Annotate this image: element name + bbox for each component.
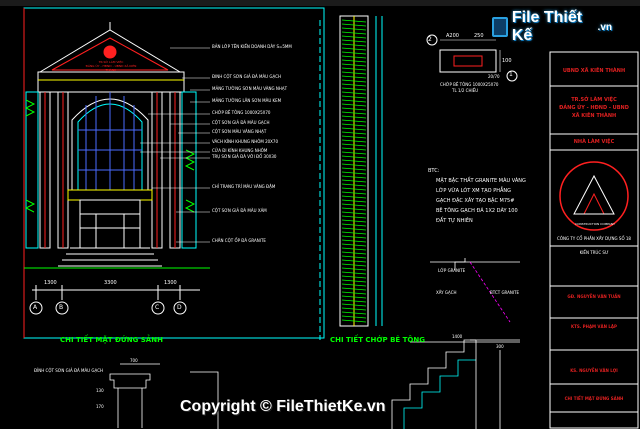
emblem-caption: TR.SỞ LÀM VIỆC ĐẢNG ỦY - HĐND - UBND XÃ … <box>84 60 138 72</box>
elevation-annotation: MẢNG TƯỜNG SƠN MÀU VÀNG NHẠT <box>212 86 288 91</box>
toolbar-strip <box>0 0 640 6</box>
dim-bottom-3: 1300 <box>164 280 177 286</box>
column-dim-2: 130 <box>96 388 104 393</box>
section-dim-side: 100 <box>502 58 512 64</box>
elevation-annotation: CHỈ TRANG TRÍ MÀU VÀNG ĐẬM <box>212 184 276 189</box>
grid-mark-a: A <box>33 304 38 311</box>
tb-project-line-3: XÃ KIÊN THÀNH <box>571 113 617 119</box>
cad-drawing-canvas[interactable]: File Thiết Kế .vn TR.SỞ LÀM VIỆC ĐẢNG ỦY… <box>0 0 640 429</box>
dim-bottom-2: 3300 <box>104 280 117 286</box>
section-scale: TL 1/2 CHIỀU <box>452 88 479 93</box>
section-caption: CHỚP BÊ TÔNG 1000X25X70 <box>440 82 499 87</box>
logo-text: File Thiết Kế <box>511 9 583 44</box>
elevation-annotation: VÁCH KÍNH KHUNG NHÔM 20X70 <box>212 139 279 144</box>
note-line: ĐẤT TỰ NHIÊN <box>436 218 473 224</box>
tb-checker: KS. NGUYỄN VĂN LỢI <box>570 368 618 373</box>
tb-client: UBND XÃ KIÊN THÀNH <box>562 68 626 74</box>
note-line: LỚP VỮA LÓT XM TẠO PHẲNG <box>436 188 511 194</box>
tb-project-line-1: TR.SỞ LÀM VIỆC <box>571 97 617 103</box>
grid-mark-c: C <box>155 304 160 311</box>
elevation-annotation: TRỤ SƠN GIẢ ĐÁ VỚI ĐỐ 30X30 <box>212 154 277 159</box>
column-dim-3: 170 <box>96 404 104 409</box>
column-detail <box>109 363 219 429</box>
site-logo[interactable]: File Thiết Kế .vn <box>492 9 612 44</box>
elevation-annotation: CỬA ĐI KÍNH KHUNG NHÔM <box>212 148 268 153</box>
tb-company: CÔNG TY CỔ PHẦN XÂY DỰNG SỐ 18 <box>557 236 631 241</box>
note-line: GẠCH ĐẶC XÂY TẠO BẬC M75# <box>436 198 515 204</box>
tb-designer: KTS. PHẠM VĂN LẬP <box>571 324 617 329</box>
notes-list: MẶT BẬC THẤT GRANITE MÀU VÀNG LỚP VỮA LÓT… <box>436 176 526 226</box>
elevation-annotation: CHỚP BÊ TÔNG 1000X25X70 <box>212 110 271 115</box>
column-note: ĐỈNH CỘT SƠN GIẢ ĐÁ MÀU GẠCH <box>34 368 104 373</box>
stair-label-b: BTCT GRANITE <box>490 290 520 295</box>
note-line: BÊ TÔNG GẠCH ĐÁ 1X2 DÀY 100 <box>436 208 518 214</box>
tb-project: TR.SỞ LÀM VIỆC ĐẢNG ỦY - HĐND - UBND XÃ … <box>552 96 636 120</box>
elevation-title: CHI TIẾT MẶT ĐỨNG SẢNH <box>60 336 163 344</box>
section-dim-note: 20/70 <box>488 74 500 79</box>
copyright-watermark: Copyright © FileThietKe.vn <box>180 398 386 415</box>
grid-mark-d: D <box>177 304 182 311</box>
elevation-annotation: BẢN LỚP TÊN KIỀN DOANH DÀY S=5MM <box>212 44 292 49</box>
section-marker: 1 <box>509 71 513 78</box>
elevation-annotation: CỘT SƠN GIẢ ĐÁ MÀU GẠCH <box>212 120 270 125</box>
elevation-drawing <box>23 7 325 339</box>
stair-dim-1: 1400 <box>452 334 463 339</box>
section-dim-top: 250 <box>474 33 484 39</box>
stair-label-a: XÂY GẠCH <box>436 290 457 295</box>
dim-bottom-1: 1300 <box>44 280 57 286</box>
section-label: A200 <box>446 33 459 39</box>
column-dim-1: 700 <box>130 358 138 363</box>
louver-title: CHI TIẾT CHỚP BÊ TÔNG <box>330 336 425 344</box>
logo-domain: .vn <box>597 21 612 33</box>
elevation-annotation: CỘT SƠN GIẢ ĐÁ MÀU XÁM <box>212 208 267 213</box>
tb-drawing: CHI TIẾT MẶT ĐỨNG SẢNH <box>564 396 624 401</box>
notes-header: BTC: <box>428 168 440 174</box>
note-line: MẶT BẬC THẤT GRANITE MÀU VÀNG <box>436 178 526 184</box>
tb-logo-text: CONSTRUCTION COMPANY <box>575 222 615 226</box>
tb-company-sub: KIẾN TRÚC SƯ <box>579 250 609 255</box>
elevation-annotation: CỘT SƠN MÀU VÀNG NHẠT <box>212 129 267 134</box>
tb-director: GĐ. NGUYỄN VĂN TUẤN <box>567 294 621 299</box>
stair-dim-2: 300 <box>496 344 504 349</box>
tb-item: NHÀ LÀM VIỆC <box>573 139 615 145</box>
elevation-annotation: ĐINH CỘT SƠN GIẢ ĐÁ MÀU GẠCH <box>212 74 282 79</box>
section-number: 2 <box>428 36 432 43</box>
elevation-annotation: CHÂN CỘT ỐP ĐÁ GRANITE <box>212 238 266 243</box>
tb-project-line-2: ĐẢNG ỦY - HĐND - UBND <box>559 105 629 111</box>
emblem-line-2: ĐẢNG ỦY - HĐND - UBND XÃ KIÊN THÀNH <box>85 64 137 72</box>
logo-badge-icon <box>492 17 508 37</box>
elevation-annotation: MẢNG TƯỜNG LĂN SƠN MÀU KEM <box>212 98 282 103</box>
stair-label-left: LỚP GRANITE <box>438 268 466 273</box>
grid-mark-b: B <box>59 304 64 311</box>
